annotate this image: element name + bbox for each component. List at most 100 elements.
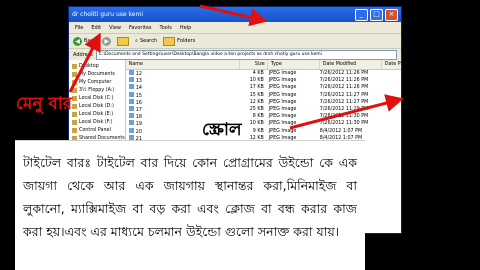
menu-favorites[interactable]: Favorites <box>129 25 152 31</box>
file-type: JPEG Image <box>268 71 297 76</box>
file-name: 17 <box>126 105 239 113</box>
file-size: 8 KB <box>252 114 264 120</box>
file-size: 10 KB <box>249 78 264 84</box>
file-date: 7/26/2012 11:27 PM <box>319 99 369 105</box>
image-file-icon <box>128 127 134 133</box>
maximize-button[interactable]: □ <box>370 8 383 21</box>
column-size[interactable]: Size <box>240 60 268 69</box>
folder-tree-item[interactable]: Local Disk (F:) <box>69 118 125 126</box>
file-name: 13 <box>126 77 239 84</box>
window-title: dr choliti guru use kemi <box>72 11 143 18</box>
folders-label: Folders <box>177 38 196 44</box>
image-file-icon <box>128 77 134 83</box>
file-type: JPEG Image <box>268 99 297 105</box>
file-row[interactable]: 19 10 KB JPEG Image 7/26/2012 11:30 PM <box>126 120 401 127</box>
file-rows: 12 4 KB JPEG Image 7/26/2012 11:26 PM 13 10 K… <box>126 70 401 149</box>
folder-tree-label: My Documents <box>79 71 115 77</box>
back-label: Back <box>84 38 97 44</box>
folder-tree-item[interactable]: Desktop <box>69 62 125 70</box>
drive-icon <box>72 111 77 117</box>
file-row[interactable]: 15 15 KB JPEG Image 7/26/2012 11:27 PM <box>126 91 401 99</box>
file-type: JPEG Image <box>268 78 297 84</box>
drive-icon <box>72 127 77 133</box>
up-folder-button[interactable] <box>117 36 130 46</box>
column-type[interactable]: Type <box>268 60 320 69</box>
drive-icon <box>72 119 77 125</box>
folder-tree-item[interactable]: 3½ Floppy (A:) <box>69 86 125 94</box>
menu-file[interactable]: File <box>75 25 83 31</box>
menu-edit[interactable]: Edit <box>91 25 101 31</box>
file-type: JPEG Image <box>268 128 297 134</box>
folder-tree-item[interactable]: My Computer <box>69 78 125 86</box>
file-type: JPEG Image <box>268 85 297 91</box>
column-date-picture[interactable]: Date Pic <box>382 60 401 69</box>
file-type: JPEG Image <box>268 92 297 98</box>
folder-tree-label: Desktop <box>79 63 99 69</box>
file-date: 7/26/2012 11:26 PM <box>319 78 369 84</box>
column-name[interactable]: Name <box>126 60 240 69</box>
image-file-icon <box>128 120 134 126</box>
folder-tree-label: My Computer <box>79 79 112 85</box>
close-button[interactable]: × <box>385 8 398 21</box>
file-date: 7/26/2012 11:26 PM <box>319 71 369 76</box>
file-size: 9 KB <box>252 128 264 134</box>
file-name: 15 <box>126 91 239 99</box>
folders-button[interactable]: Folders <box>163 36 196 46</box>
column-date-modified[interactable]: Date Modified <box>320 60 382 69</box>
folder-tree-item[interactable]: Local Disk (C:) <box>69 94 125 102</box>
search-label: Search <box>139 38 158 44</box>
image-file-icon <box>128 91 134 97</box>
back-arrow-icon: ◀ <box>73 36 82 46</box>
drive-icon <box>72 71 77 77</box>
drive-icon <box>72 79 77 85</box>
drive-icon <box>72 95 77 101</box>
file-date: 7/26/2012 11:30 PM <box>319 114 369 120</box>
toolbar: ◀ Back ▶ ⌕ Search Folders <box>69 34 401 49</box>
file-name: 14 <box>126 84 239 91</box>
file-size: 12 KB <box>249 99 264 105</box>
menu-view[interactable]: View <box>109 25 121 31</box>
drive-icon <box>72 103 77 109</box>
folder-tree-label: Control Panel <box>79 127 111 133</box>
file-row[interactable]: 20 9 KB JPEG Image 8/4/2012 1:07 PM <box>126 127 401 135</box>
file-row[interactable]: 18 8 KB JPEG Image 7/26/2012 11:30 PM <box>126 113 401 120</box>
folder-tree-label: 3½ Floppy (A:) <box>79 87 115 93</box>
back-button[interactable]: ◀ Back <box>73 36 97 46</box>
file-row[interactable]: 17 25 KB JPEG Image 7/26/2012 11:29 PM <box>126 105 401 113</box>
video-frame: dr choliti guru use kemi _ □ × File Edit… <box>0 0 480 270</box>
file-size: 17 KB <box>249 85 264 91</box>
file-date: 7/26/2012 11:27 PM <box>319 92 369 98</box>
folder-tree-item[interactable]: Control Panel <box>69 126 125 134</box>
forward-arrow-icon: ▶ <box>102 36 112 46</box>
forward-button[interactable]: ▶ <box>102 36 112 46</box>
folder-tree-item[interactable]: My Documents <box>69 70 125 78</box>
folders-icon <box>163 36 176 46</box>
title-bar[interactable]: dr choliti guru use kemi _ □ × <box>69 7 401 22</box>
file-row[interactable]: 13 10 KB JPEG Image 7/26/2012 11:26 PM <box>126 77 401 84</box>
caption-text: টাইটেল বারঃ টাইটেল বার দিয়ে কোন প্রোগ্র… <box>23 155 357 239</box>
file-type: JPEG Image <box>268 121 297 127</box>
file-size: 10 KB <box>249 121 264 127</box>
folder-tree-label: Local Disk (D:) <box>79 103 114 109</box>
file-type: JPEG Image <box>268 114 297 120</box>
image-file-icon <box>128 70 134 75</box>
search-button[interactable]: ⌕ Search <box>135 38 157 44</box>
menu-help[interactable]: Help <box>180 25 191 31</box>
file-name: 16 <box>126 98 239 106</box>
menu-tools[interactable]: Tools <box>160 25 172 31</box>
address-input[interactable]: C:\Documents and Settings\user\Desktop\B… <box>95 49 397 60</box>
file-row[interactable]: 16 12 KB JPEG Image 7/26/2012 11:27 PM <box>126 98 401 106</box>
folder-tree-item[interactable]: Local Disk (D:) <box>69 102 125 110</box>
file-date: 7/26/2012 11:26 PM <box>319 85 369 91</box>
drive-icon <box>72 63 77 69</box>
image-file-icon <box>128 134 134 140</box>
file-row[interactable]: 12 4 KB JPEG Image 7/26/2012 11:26 PM <box>126 70 401 77</box>
file-date: 7/26/2012 11:29 PM <box>319 106 369 112</box>
file-row[interactable]: 14 17 KB JPEG Image 7/26/2012 11:26 PM <box>126 84 401 91</box>
file-size: 4 KB <box>252 71 264 76</box>
folder-tree-item[interactable]: Local Disk (E:) <box>69 110 125 118</box>
file-type: JPEG Image <box>268 106 297 112</box>
image-file-icon <box>128 113 134 119</box>
minimize-button[interactable]: _ <box>355 8 368 21</box>
file-date: 7/26/2012 11:30 PM <box>319 121 369 127</box>
